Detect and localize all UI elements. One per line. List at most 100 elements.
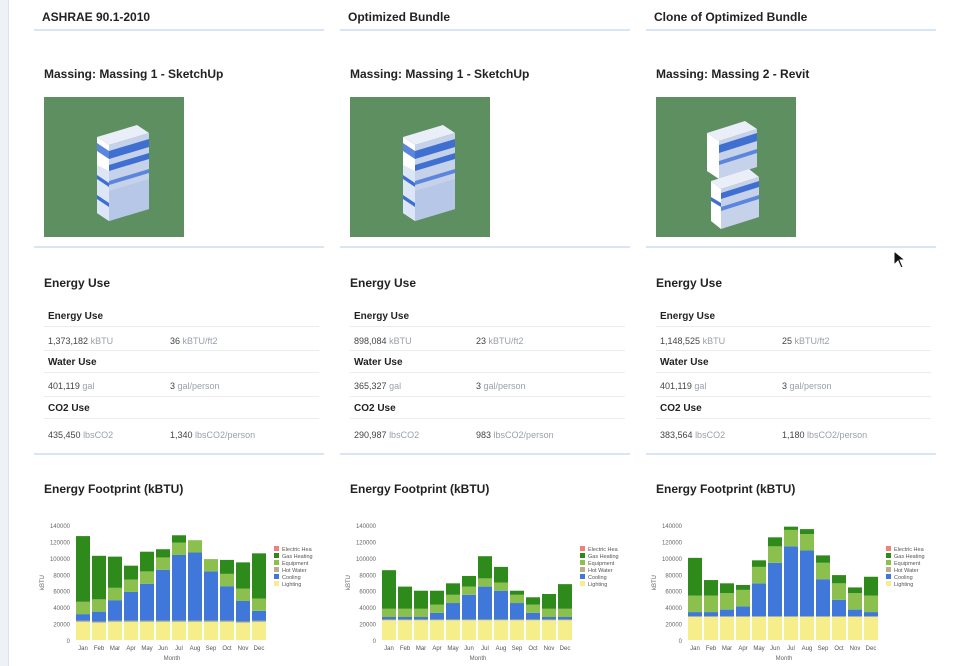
energy-use-heading: Energy Use [350,276,417,290]
y-tick-label: 80000 [665,573,682,579]
bar-segment-hot-water [510,619,524,621]
bar-segment-hot-water [688,616,702,617]
legend-swatch [580,581,585,586]
energy-footprint-chart: 0 20000 40000 60000 80000 100000 120000 140000 k… [346,524,619,662]
y-tick-label: 120000 [356,540,377,546]
massing-thumbnail[interactable] [44,97,184,237]
divider [350,396,625,397]
divider [44,418,319,419]
bar-segment-gas-heating [736,584,750,590]
y-tick-label: 40000 [665,606,682,612]
bar-segment-hot-water [220,620,234,622]
y-tick-label: 60000 [359,590,376,596]
divider [34,29,324,31]
bar-segment-gas-heating [172,535,186,543]
bar-segment-equipment [156,557,170,570]
bar-segment-equipment [542,608,556,617]
legend-label: Gas Heating [282,554,313,560]
bar-segment-equipment [124,579,138,592]
bar-segment-gas-heating [558,584,572,609]
massing-thumbnail[interactable] [350,97,490,237]
x-tick-label: Jun [464,646,474,652]
comparison-column-ashrae: ASHRAE 90.1-2010 Massing: Massing 1 - Sk… [34,0,329,666]
bar-segment-equipment [526,604,540,613]
x-tick-label: Jun [770,646,780,652]
bar-segment-equipment [252,598,266,611]
divider [44,372,319,373]
bar-segment-gas-heating [398,586,412,609]
y-tick-label: 40000 [53,606,70,612]
bar-segment-equipment [768,546,782,563]
legend-label: Equipment [588,561,615,567]
x-tick-label: Nov [544,646,555,652]
bar-segment-cooling [848,609,862,617]
massing-thumbnail[interactable] [656,97,796,237]
bar-segment-equipment [558,608,572,617]
x-tick-label: Aug [802,646,813,652]
bar-segment-gas-heating [156,549,170,558]
y-tick-label: 40000 [359,606,376,612]
x-tick-label: Nov [850,646,861,652]
bar-segment-lighting [108,621,122,640]
bar-segment-cooling [526,612,540,620]
legend-label: Hot Water [282,568,307,574]
bar-segment-gas-heating [140,551,154,572]
x-tick-label: Feb [706,646,717,652]
bar-segment-gas-heating [816,555,830,563]
y-tick-label: 100000 [356,557,377,563]
energy-total: 898,084 kBTU [354,336,412,346]
bar-segment-equipment [800,534,814,551]
bar-segment-equipment [478,578,492,587]
y-tick-label: 100000 [50,557,71,563]
bar-segment-gas-heating [848,587,862,594]
energy-use-heading: Energy Use [656,276,723,290]
y-tick-label: 80000 [359,573,376,579]
water-per-person: 3 gal/person [782,381,832,391]
bar-segment-lighting [462,620,476,640]
bar-segment-lighting [752,617,766,640]
water-per-person: 3 gal/person [170,381,220,391]
water-total: 365,327 gal [354,381,402,391]
bar-segment-lighting [188,621,202,640]
bar-segment-equipment [832,583,846,600]
massing-heading: Massing: Massing 2 - Revit [656,67,810,81]
x-tick-label: Mar [110,646,120,652]
bar-segment-gas-heating [430,590,444,605]
water-use-label: Water Use [354,357,403,368]
bar-segment-gas-heating [720,583,734,594]
water-total: 401,119 gal [660,381,707,391]
bar-segment-lighting [236,622,250,640]
bar-segment-cooling [864,612,878,617]
x-tick-label: Jan [690,646,700,652]
legend-swatch [274,546,279,551]
divider [350,372,625,373]
x-tick-label: Jul [175,646,183,652]
energy-intensity: 25 kBTU/ft2 [782,336,830,346]
bar-segment-lighting [832,617,846,640]
y-tick-label: 20000 [665,623,682,629]
bar-segment-cooling [462,594,476,620]
legend-label: Equipment [894,561,921,567]
bar-segment-hot-water [864,616,878,617]
bar-segment-equipment [140,571,154,584]
divider [350,418,625,419]
bar-segment-equipment [816,562,830,580]
bar-segment-lighting [76,621,90,640]
y-tick-label: 0 [67,639,71,645]
bar-segment-lighting [784,617,798,640]
bar-segment-lighting [398,620,412,640]
legend-swatch [580,574,585,579]
bar-segment-lighting [414,620,428,640]
bar-segment-equipment [414,608,428,617]
x-tick-label: Sep [818,646,829,652]
bar-segment-equipment [382,608,396,617]
y-tick-label: 140000 [662,524,683,530]
bar-segment-lighting [558,620,572,640]
water-use-label: Water Use [48,357,97,368]
bar-segment-cooling [188,552,202,621]
bar-segment-gas-heating [864,576,878,596]
co2-per-person: 983 lbsCO2/person [476,430,554,440]
x-tick-label: Nov [238,646,249,652]
divider [646,29,936,31]
bar-segment-hot-water [462,619,476,621]
